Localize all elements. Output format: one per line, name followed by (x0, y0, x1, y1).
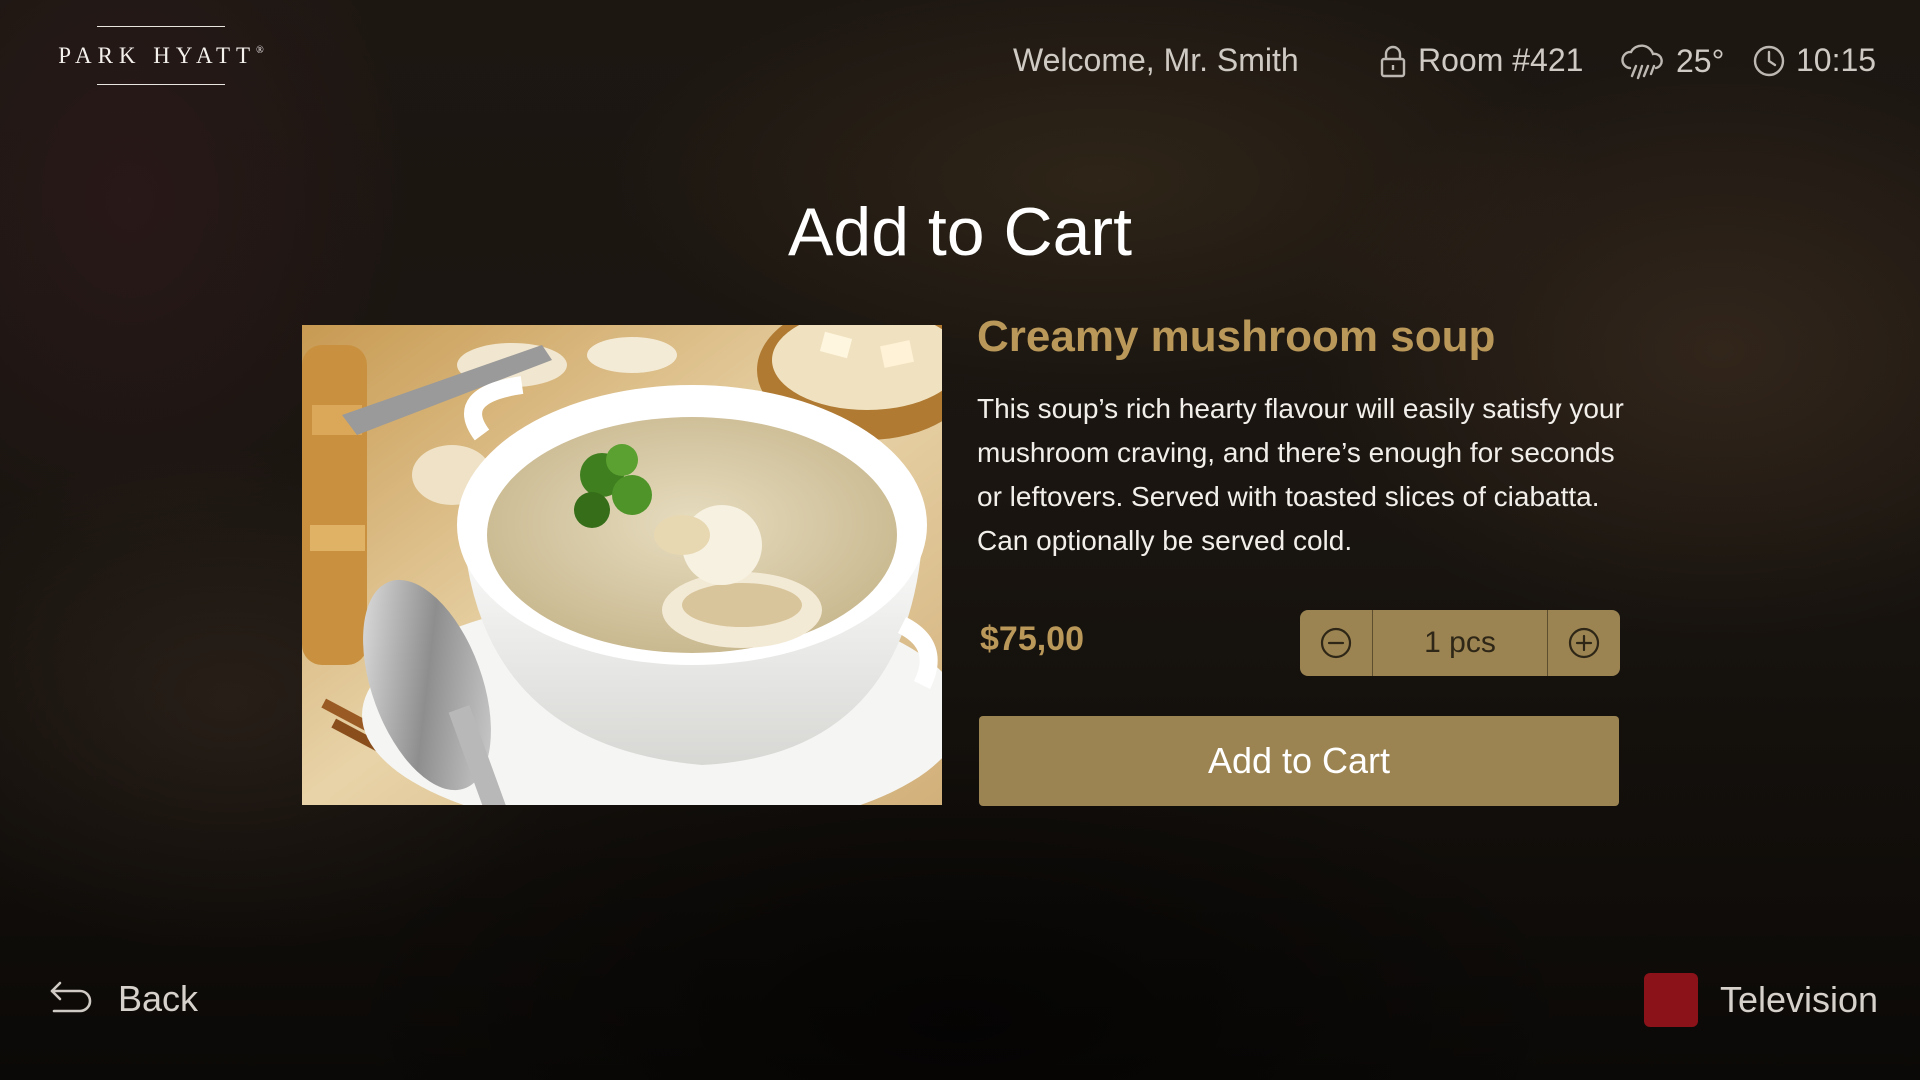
page-title: Add to Cart (788, 194, 1132, 270)
logo-top-rule (97, 26, 225, 27)
logo-bottom-rule (97, 84, 225, 85)
current-time: 10:15 (1796, 42, 1877, 78)
clock-icon (1753, 45, 1785, 76)
increment-button[interactable] (1548, 610, 1620, 676)
welcome-message: Welcome, Mr. Smith (1013, 42, 1299, 78)
room-number: Room #421 (1418, 42, 1584, 78)
television-color-key (1644, 973, 1698, 1027)
plus-circle-icon (1568, 627, 1600, 659)
minus-circle-icon (1320, 627, 1352, 659)
product-image (302, 325, 942, 805)
lock-icon (1380, 45, 1406, 77)
decrement-button[interactable] (1300, 610, 1372, 676)
rain-cloud-icon (1621, 44, 1663, 80)
television-button[interactable]: Television (1644, 973, 1878, 1027)
time-status: 10:15 (1752, 42, 1876, 79)
temperature: 25° (1676, 42, 1725, 79)
television-label: Television (1720, 979, 1879, 1020)
add-to-cart-button[interactable]: Add to Cart (979, 716, 1619, 806)
quantity-stepper: 1 pcs (1300, 610, 1620, 676)
back-arrow-icon (50, 981, 92, 1013)
back-label: Back (118, 978, 199, 1019)
logo-wordmark: PARK HYATT® (58, 43, 264, 68)
product-name: Creamy mushroom soup (977, 312, 1496, 361)
product-price: $75,00 (980, 620, 1084, 658)
back-button[interactable]: Back (48, 978, 198, 1020)
room-status: Room #421 (1380, 42, 1583, 79)
mushroom-soup-photo (302, 325, 942, 805)
product-description: This soup’s rich hearty flavour will eas… (977, 393, 1624, 556)
weather-status: 25° (1620, 42, 1724, 80)
quantity-value: 1 pcs (1372, 610, 1548, 676)
park-hyatt-logo: PARK HYATT® (48, 26, 274, 92)
